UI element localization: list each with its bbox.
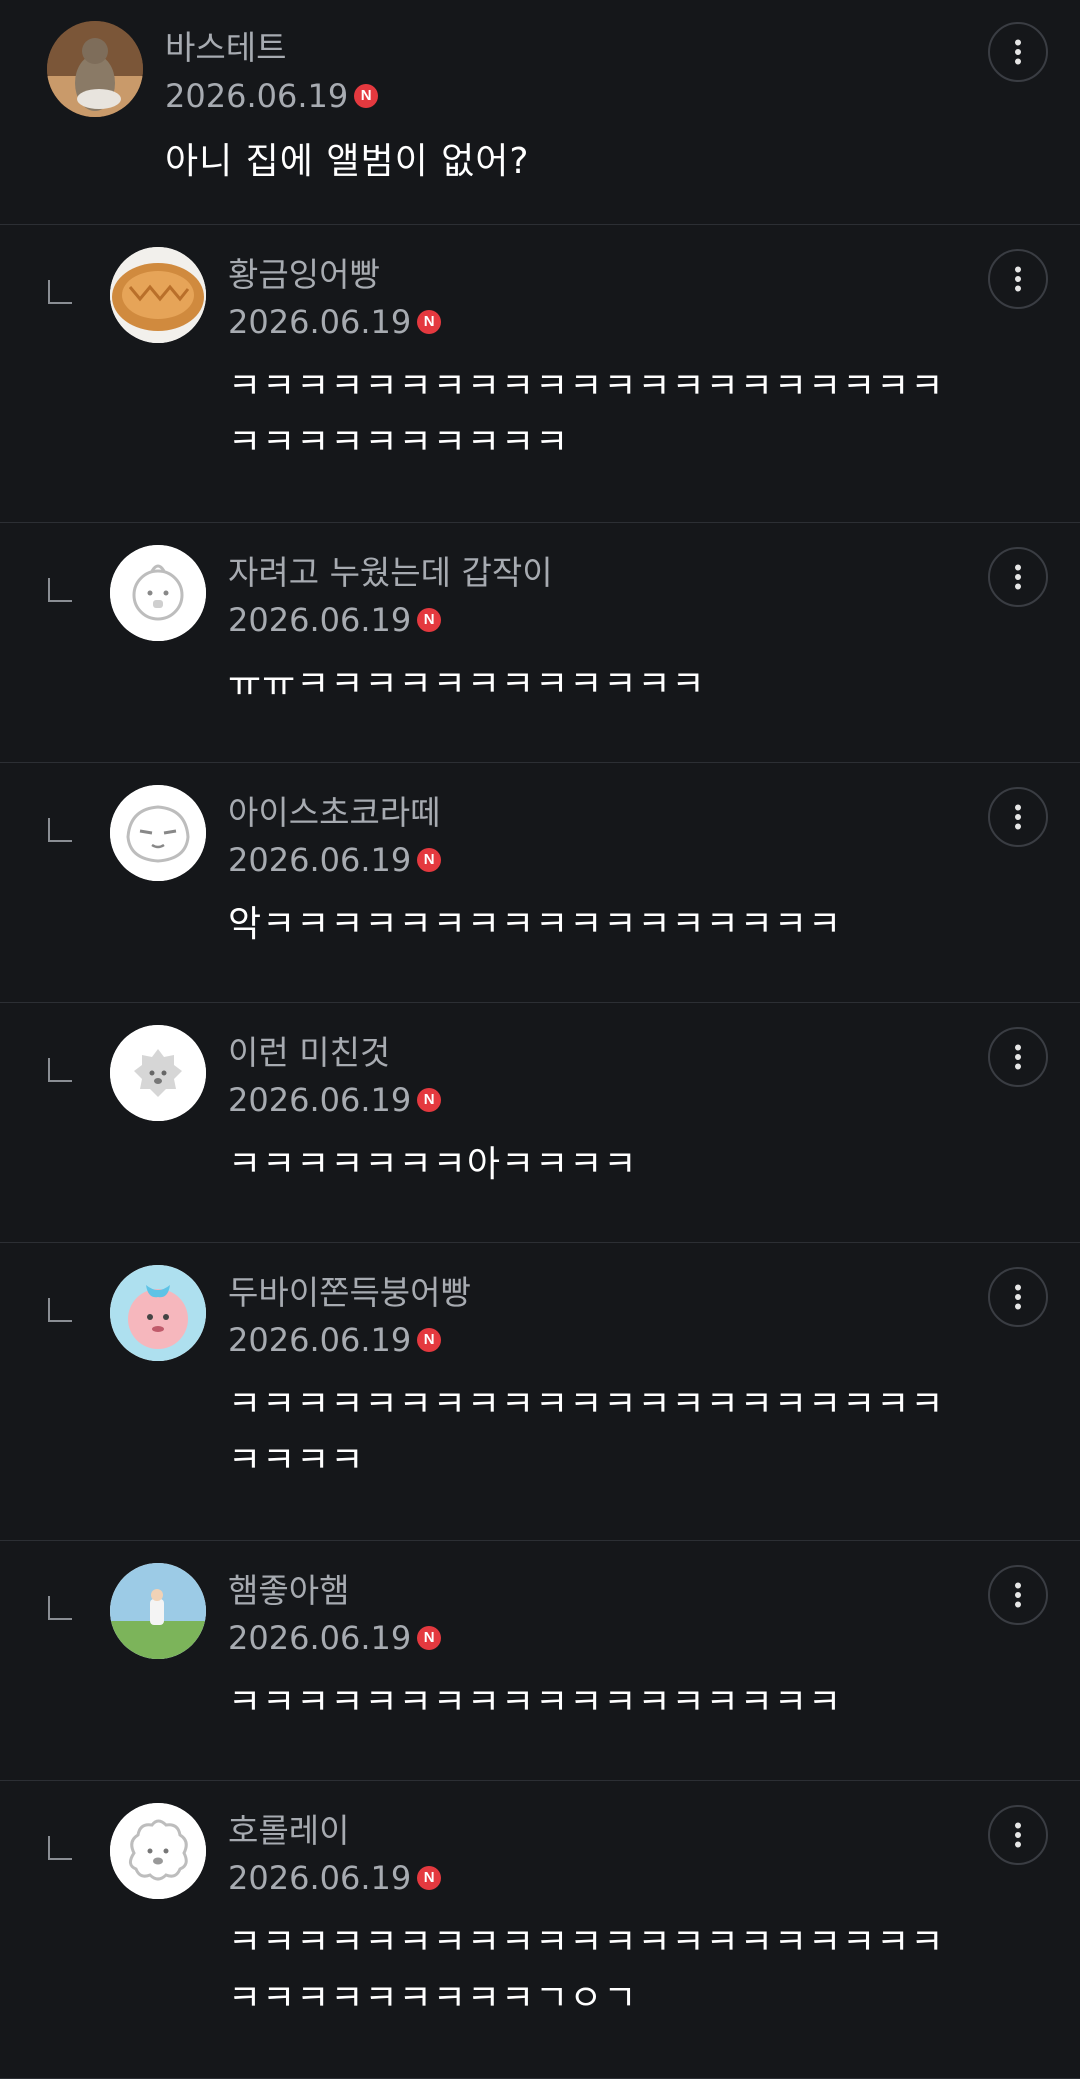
author-name[interactable]: 아이스초코라떼 xyxy=(228,793,441,833)
avatar[interactable] xyxy=(110,1803,206,1899)
avatar[interactable] xyxy=(110,1025,206,1121)
avatar[interactable] xyxy=(110,545,206,641)
comment-item: 바스테트 2026.06.19 N 아니 집에 앨범이 없어? xyxy=(0,0,1080,225)
more-vertical-icon xyxy=(1015,1044,1021,1070)
more-options-button[interactable] xyxy=(988,1267,1048,1327)
reply-indent-icon xyxy=(48,1836,72,1860)
more-vertical-icon xyxy=(1015,1822,1021,1848)
new-badge: N xyxy=(354,84,379,108)
comment-date: 2026.06.19 N xyxy=(228,1618,442,1658)
author-name[interactable]: 호롤레이 xyxy=(228,1811,349,1851)
comment-date: 2026.06.19 N xyxy=(228,302,442,342)
comment-text: ㅋㅋㅋㅋㅋㅋㅋㅋㅋㅋㅋㅋㅋㅋㅋㅋㅋㅋㅋㅋㅋㅋㅋㅋㅋ xyxy=(228,1384,945,1481)
comment-list: 바스테트 2026.06.19 N 아니 집에 앨범이 없어? 황금잉어빵 20… xyxy=(0,0,1080,2079)
more-options-button[interactable] xyxy=(988,1805,1048,1865)
reply-item: 아이스초코라떼 2026.06.19 N 악ㅋㅋㅋㅋㅋㅋㅋㅋㅋㅋㅋㅋㅋㅋㅋㅋㅋ xyxy=(0,763,1080,1003)
new-badge: N xyxy=(417,1626,442,1650)
comment-text: ㅋㅋㅋㅋㅋㅋㅋㅋㅋㅋㅋㅋㅋㅋㅋㅋㅋㅋㅋㅋㅋㅋㅋㅋㅋㅋㅋㅋㅋㅋㅋ xyxy=(228,366,945,463)
more-vertical-icon xyxy=(1015,266,1021,292)
more-vertical-icon xyxy=(1015,39,1021,65)
more-options-button[interactable] xyxy=(988,1027,1048,1087)
date-text: 2026.06.19 xyxy=(165,77,349,115)
reply-item: 황금잉어빵 2026.06.19 N ㅋㅋㅋㅋㅋㅋㅋㅋㅋㅋㅋㅋㅋㅋㅋㅋㅋㅋㅋㅋㅋ… xyxy=(0,225,1080,523)
date-text: 2026.06.19 xyxy=(228,1081,412,1119)
comment-date: 2026.06.19 N xyxy=(165,76,379,116)
more-vertical-icon xyxy=(1015,564,1021,590)
comment-text: 악ㅋㅋㅋㅋㅋㅋㅋㅋㅋㅋㅋㅋㅋㅋㅋㅋㅋ xyxy=(228,904,843,945)
more-options-button[interactable] xyxy=(988,547,1048,607)
reply-indent-icon xyxy=(48,1596,72,1620)
avatar[interactable] xyxy=(110,247,206,343)
author-name[interactable]: 햄좋아햄 xyxy=(228,1571,349,1611)
date-text: 2026.06.19 xyxy=(228,1619,412,1657)
author-name[interactable]: 바스테트 xyxy=(165,28,286,68)
reply-indent-icon xyxy=(48,818,72,842)
date-text: 2026.06.19 xyxy=(228,841,412,879)
more-vertical-icon xyxy=(1015,1284,1021,1310)
date-text: 2026.06.19 xyxy=(228,303,412,341)
author-name[interactable]: 두바이쫀득붕어빵 xyxy=(228,1273,471,1313)
author-name[interactable]: 황금잉어빵 xyxy=(228,255,380,295)
author-name[interactable]: 이런 미친것 xyxy=(228,1033,390,1073)
avatar[interactable] xyxy=(110,1265,206,1361)
comment-date: 2026.06.19 N xyxy=(228,1858,442,1898)
date-text: 2026.06.19 xyxy=(228,1859,412,1897)
more-vertical-icon xyxy=(1015,804,1021,830)
comment-text: ㅠㅠㅋㅋㅋㅋㅋㅋㅋㅋㅋㅋㅋㅋ xyxy=(228,664,706,705)
reply-item: 이런 미친것 2026.06.19 N ㅋㅋㅋㅋㅋㅋㅋ아ㅋㅋㅋㅋ xyxy=(0,1003,1080,1243)
avatar[interactable] xyxy=(110,785,206,881)
reply-indent-icon xyxy=(48,1058,72,1082)
reply-indent-icon xyxy=(48,280,72,304)
avatar[interactable] xyxy=(110,1563,206,1659)
author-name[interactable]: 자려고 누웠는데 갑작이 xyxy=(228,553,553,593)
comment-date: 2026.06.19 N xyxy=(228,840,442,880)
new-badge: N xyxy=(417,848,442,872)
reply-item: 햄좋아햄 2026.06.19 N ㅋㅋㅋㅋㅋㅋㅋㅋㅋㅋㅋㅋㅋㅋㅋㅋㅋㅋ xyxy=(0,1541,1080,1781)
comment-date: 2026.06.19 N xyxy=(228,600,442,640)
reply-item: 자려고 누웠는데 갑작이 2026.06.19 N ㅠㅠㅋㅋㅋㅋㅋㅋㅋㅋㅋㅋㅋㅋ xyxy=(0,523,1080,763)
new-badge: N xyxy=(417,1088,442,1112)
reply-item: 두바이쫀득붕어빵 2026.06.19 N ㅋㅋㅋㅋㅋㅋㅋㅋㅋㅋㅋㅋㅋㅋㅋㅋㅋㅋ… xyxy=(0,1243,1080,1541)
comment-date: 2026.06.19 N xyxy=(228,1080,442,1120)
more-vertical-icon xyxy=(1015,1582,1021,1608)
more-options-button[interactable] xyxy=(988,22,1048,82)
new-badge: N xyxy=(417,608,442,632)
reply-indent-icon xyxy=(48,578,72,602)
comment-text: ㅋㅋㅋㅋㅋㅋㅋㅋㅋㅋㅋㅋㅋㅋㅋㅋㅋㅋ xyxy=(228,1682,843,1723)
date-text: 2026.06.19 xyxy=(228,1321,412,1359)
comment-text: ㅋㅋㅋㅋㅋㅋㅋ아ㅋㅋㅋㅋ xyxy=(228,1144,638,1185)
comment-text: ㅋㅋㅋㅋㅋㅋㅋㅋㅋㅋㅋㅋㅋㅋㅋㅋㅋㅋㅋㅋㅋㅋㅋㅋㅋㅋㅋㅋㅋㅋㄱㅇㄱ xyxy=(228,1922,945,2019)
avatar[interactable] xyxy=(47,21,143,117)
date-text: 2026.06.19 xyxy=(228,601,412,639)
reply-indent-icon xyxy=(48,1298,72,1322)
more-options-button[interactable] xyxy=(988,787,1048,847)
reply-item: 호롤레이 2026.06.19 N ㅋㅋㅋㅋㅋㅋㅋㅋㅋㅋㅋㅋㅋㅋㅋㅋㅋㅋㅋㅋㅋㅋ… xyxy=(0,1781,1080,2079)
new-badge: N xyxy=(417,1866,442,1890)
comment-text: 아니 집에 앨범이 없어? xyxy=(165,141,530,182)
more-options-button[interactable] xyxy=(988,1565,1048,1625)
more-options-button[interactable] xyxy=(988,249,1048,309)
new-badge: N xyxy=(417,1328,442,1352)
comment-date: 2026.06.19 N xyxy=(228,1320,442,1360)
new-badge: N xyxy=(417,310,442,334)
